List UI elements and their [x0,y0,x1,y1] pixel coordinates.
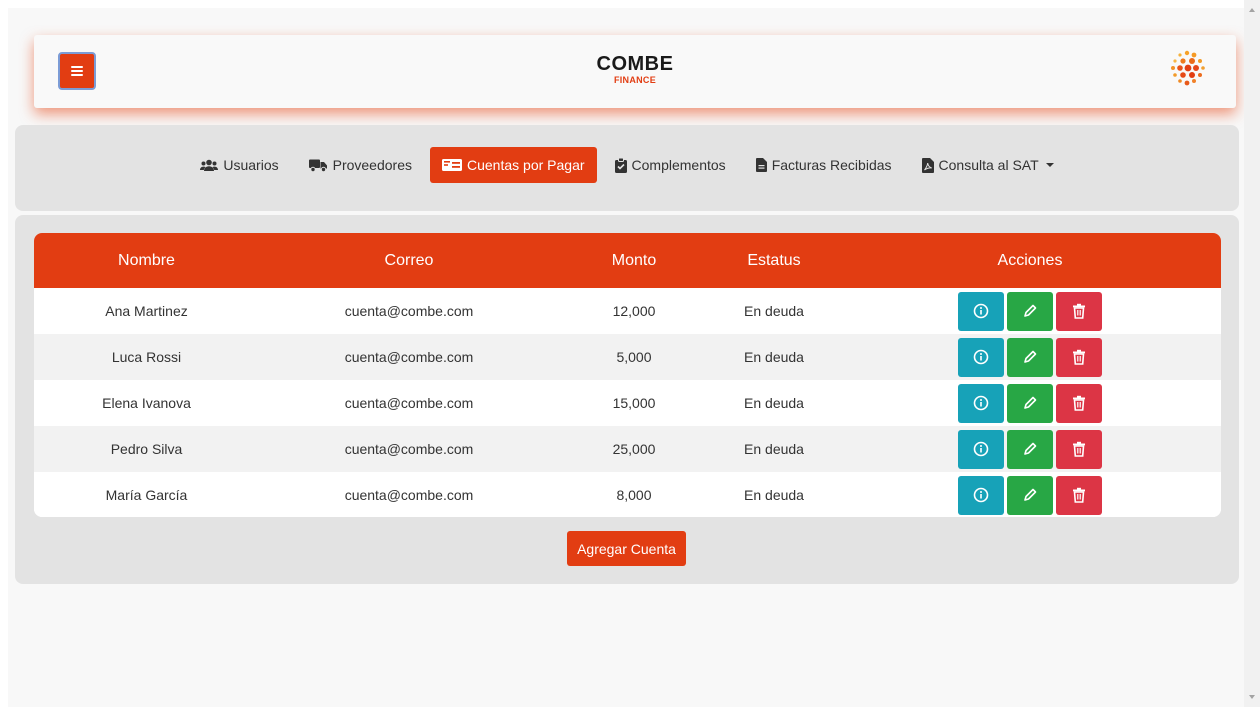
info-button[interactable] [958,383,1004,423]
nav-label-consulta-sat: Consulta al SAT [938,157,1039,173]
users-icon [200,159,219,171]
pencil-icon [1024,350,1037,363]
pencil-icon [1024,396,1037,409]
scroll-down-icon[interactable] [1249,695,1255,699]
trash-icon [1073,349,1085,365]
info-button[interactable] [958,475,1004,515]
cell-estatus: En deuda [744,349,804,365]
edit-button[interactable] [1007,475,1053,515]
header-correo: Correo [384,251,434,269]
file-icon [755,158,767,172]
cell-acciones [839,383,1221,423]
info-button[interactable] [958,429,1004,469]
cell-acciones [839,429,1221,469]
edit-button[interactable] [1007,383,1053,423]
table-row: Ana Martinez cuenta@combe.com 12,000 En … [34,288,1221,334]
cell-monto: 25,000 [612,441,656,457]
edit-button[interactable] [1007,291,1053,331]
brand-name: COMBE [596,53,674,75]
nav-item-usuarios[interactable]: Usuarios [188,147,290,183]
info-icon [973,487,989,503]
section-nav: Usuarios Proveedores Cuentas por Pagar C… [15,125,1239,211]
edit-button[interactable] [1007,429,1053,469]
info-button[interactable] [958,337,1004,377]
money-bill-icon [442,159,462,171]
table-row: Luca Rossi cuenta@combe.com 5,000 En deu… [34,334,1221,380]
cell-nombre: Pedro Silva [110,441,183,457]
nav-item-proveedores[interactable]: Proveedores [297,147,424,183]
cell-monto: 12,000 [612,303,656,319]
cell-correo: cuenta@combe.com [344,349,474,365]
nav-label-proveedores: Proveedores [332,157,412,173]
cell-nombre: Ana Martinez [105,303,188,319]
cell-acciones [839,337,1221,377]
nav-items: Usuarios Proveedores Cuentas por Pagar C… [15,147,1239,183]
pencil-icon [1024,304,1037,317]
caret-down-icon [1045,163,1054,167]
nav-label-usuarios: Usuarios [223,157,279,173]
info-button[interactable] [958,291,1004,331]
nav-item-facturas-recibidas[interactable]: Facturas Recibidas [744,147,904,183]
cell-correo: cuenta@combe.com [344,487,474,503]
cell-estatus: En deuda [744,487,804,503]
info-icon [973,349,989,365]
nav-item-cuentas-por-pagar[interactable]: Cuentas por Pagar [430,147,597,183]
header-acciones: Acciones [997,251,1063,269]
accounts-table: Nombre Correo Monto Estatus Acciones Ana… [34,233,1221,517]
nav-item-consulta-sat[interactable]: Consulta al SAT [910,147,1066,183]
delete-button[interactable] [1056,429,1102,469]
nav-label-cuentas-por-pagar: Cuentas por Pagar [467,157,585,173]
trash-icon [1073,395,1085,411]
delete-button[interactable] [1056,337,1102,377]
trash-icon [1073,303,1085,319]
pencil-icon [1024,488,1037,501]
cell-monto: 15,000 [612,395,656,411]
nav-label-facturas-recibidas: Facturas Recibidas [771,157,892,173]
cell-estatus: En deuda [744,303,804,319]
delete-button[interactable] [1056,291,1102,331]
edit-button[interactable] [1007,337,1053,377]
cell-monto: 5,000 [616,349,652,365]
cell-correo: cuenta@combe.com [344,441,474,457]
brand: COMBE FINANCE [34,53,1236,86]
header-monto: Monto [611,251,657,269]
table-header: Nombre Correo Monto Estatus Acciones [34,233,1221,288]
header-nombre: Nombre [118,251,175,269]
cell-nombre: Elena Ivanova [102,395,191,411]
table-row: María García cuenta@combe.com 8,000 En d… [34,472,1221,517]
table-row: Pedro Silva cuenta@combe.com 25,000 En d… [34,426,1221,472]
clipboard-check-icon [614,157,627,173]
combe-logo-icon [1171,50,1205,86]
nav-item-complementos[interactable]: Complementos [603,147,738,183]
delete-button[interactable] [1056,475,1102,515]
cell-acciones [839,475,1221,515]
delete-button[interactable] [1056,383,1102,423]
info-icon [973,303,989,319]
cell-nombre: María García [105,487,188,503]
cell-estatus: En deuda [744,395,804,411]
scroll-up-icon[interactable] [1249,8,1255,12]
cell-estatus: En deuda [744,441,804,457]
page: COMBE FINANCE Usuarios Proveedores Cuent… [8,8,1244,707]
vertical-scrollbar[interactable] [1244,0,1260,707]
pencil-icon [1024,442,1037,455]
cell-acciones [839,291,1221,331]
brand-subtitle: FINANCE [613,75,657,85]
trash-icon [1073,487,1085,503]
top-header: COMBE FINANCE [34,35,1236,108]
truck-icon [308,159,327,172]
info-icon [973,395,989,411]
table-row: Elena Ivanova cuenta@combe.com 15,000 En… [34,380,1221,426]
nav-label-complementos: Complementos [631,157,726,173]
cell-monto: 8,000 [616,487,652,503]
header-estatus: Estatus [747,251,801,269]
add-account-button[interactable]: Agregar Cuenta [567,531,686,566]
file-pdf-icon [921,157,934,173]
cell-correo: cuenta@combe.com [344,395,474,411]
trash-icon [1073,441,1085,457]
cell-correo: cuenta@combe.com [344,303,474,319]
info-icon [973,441,989,457]
cell-nombre: Luca Rossi [111,349,182,365]
main-content: Nombre Correo Monto Estatus Acciones Ana… [15,215,1239,584]
